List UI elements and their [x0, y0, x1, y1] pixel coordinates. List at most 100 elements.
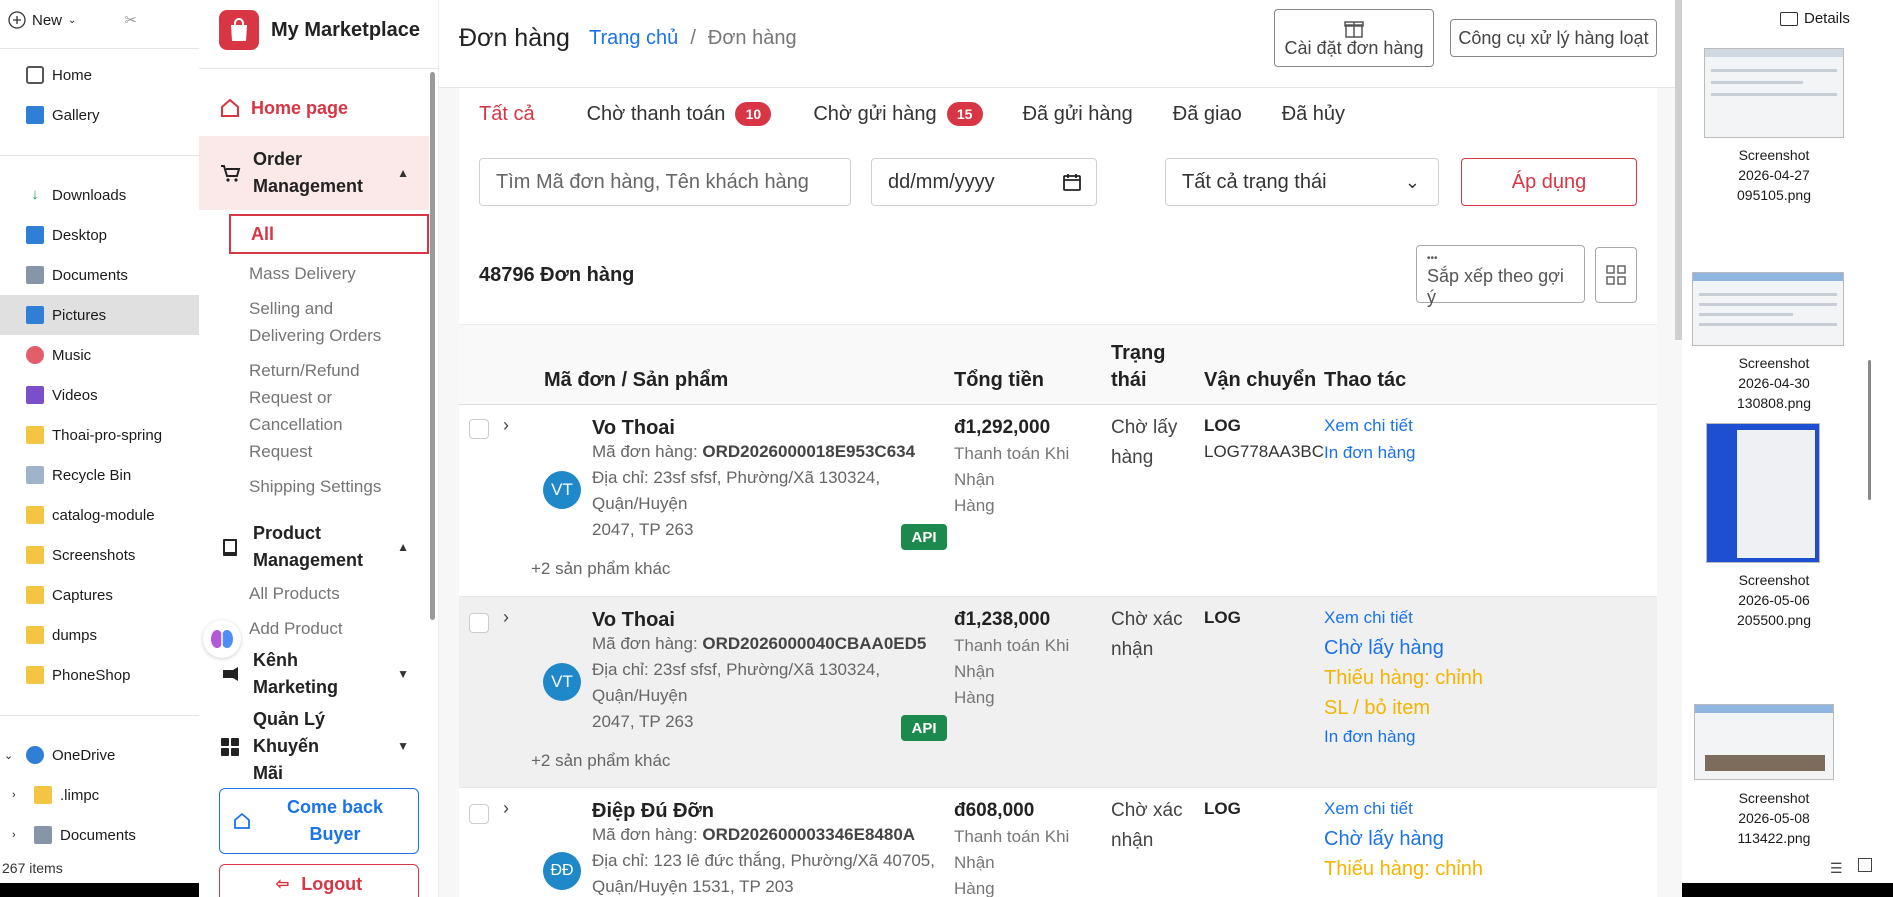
- chevron-right-icon[interactable]: ›: [503, 607, 509, 628]
- nav-folder-catalog[interactable]: catalog-module: [0, 495, 200, 535]
- sort-button[interactable]: ••• Sắp xếp theo gợi ý: [1416, 245, 1585, 307]
- nav-pictures[interactable]: Pictures: [0, 295, 200, 335]
- payment-method: Thanh toán Khi Nhận Hàng: [954, 444, 1070, 515]
- new-label: New: [32, 11, 63, 29]
- more-products[interactable]: +2 sản phẩm khác: [531, 751, 670, 771]
- thumbnail-4[interactable]: [1694, 704, 1834, 780]
- sidebar-group-promotion[interactable]: Quản Lý Khuyến Mãi ▼: [199, 706, 429, 787]
- shortage-adjust-link-2[interactable]: SL / bỏ item: [1324, 693, 1484, 723]
- sidebar-group-marketing[interactable]: Kênh Marketing ▼: [199, 650, 429, 697]
- main-content: Đơn hàng Trang chủ / Đơn hàng Cài đặt đơ…: [439, 0, 1682, 897]
- table-row[interactable]: › VT Vo Thoai Mã đơn hàng: ORD2026000040…: [459, 597, 1657, 788]
- nav-folder-captures[interactable]: Captures: [0, 575, 200, 615]
- print-order-link[interactable]: In đơn hàng: [1324, 439, 1484, 466]
- col-shipping: Vận chuyển: [1204, 369, 1317, 391]
- tab-pending-shipment[interactable]: Chờ gửi hàng 15: [791, 88, 1002, 140]
- nav-folder-phoneshop[interactable]: PhoneShop: [0, 655, 200, 695]
- nav-onedrive-documents[interactable]: › Documents: [0, 815, 200, 855]
- nav-onedrive[interactable]: ⌄ OneDrive: [0, 735, 200, 775]
- sidebar-group-product[interactable]: Product Management ▲: [199, 520, 429, 574]
- thumbnail-1[interactable]: [1704, 48, 1844, 138]
- grid-icon: [221, 737, 239, 756]
- tile-view-icon[interactable]: [1858, 858, 1872, 872]
- nav-videos[interactable]: Videos: [0, 375, 200, 415]
- shortage-adjust-link[interactable]: Thiếu hàng: chỉnh: [1324, 854, 1484, 884]
- order-status: Chờ xác nhận: [1111, 609, 1183, 660]
- sidebar-item-home[interactable]: Home page: [199, 84, 429, 132]
- tab-delivered[interactable]: Đã giao: [1153, 88, 1262, 140]
- order-info: Mã đơn hàng: ORD2026000040CBAA0ED5 Địa c…: [592, 634, 927, 731]
- tab-pending-payment[interactable]: Chờ thanh toán 10: [555, 88, 792, 140]
- sidebar-item-selling[interactable]: Selling and Delivering Orders: [199, 295, 429, 349]
- home-icon: [221, 98, 239, 117]
- nav-folder-dumps[interactable]: dumps: [0, 615, 200, 655]
- api-badge: API: [901, 715, 947, 741]
- cut-icon[interactable]: ✂: [124, 11, 137, 29]
- wait-pickup-link[interactable]: Chờ lấy hàng: [1324, 633, 1484, 663]
- folder-icon: [26, 586, 44, 604]
- payment-method: Thanh toán Khi Nhận Hàng: [954, 636, 1070, 707]
- breadcrumb-home-link[interactable]: Trang chủ: [589, 27, 678, 50]
- list-view-icon[interactable]: ☰: [1830, 860, 1843, 877]
- calendar-icon[interactable]: [1062, 172, 1082, 192]
- view-detail-link[interactable]: Xem chi tiết: [1324, 412, 1484, 439]
- order-settings-button[interactable]: Cài đặt đơn hàng: [1274, 9, 1434, 67]
- thumbnail-2[interactable]: [1692, 272, 1844, 346]
- date-field[interactable]: dd/mm/yyyy: [871, 158, 1097, 206]
- sidebar-scrollbar[interactable]: [430, 72, 435, 620]
- nav-documents[interactable]: Documents: [0, 255, 200, 295]
- details-button[interactable]: Details: [1780, 10, 1850, 27]
- table-row[interactable]: › VT Vo Thoai Mã đơn hàng: ORD2026000018…: [459, 405, 1657, 597]
- thumbnail-3[interactable]: [1706, 423, 1820, 563]
- grid-view-button[interactable]: [1595, 247, 1637, 303]
- order-amount: đ1,292,000: [954, 417, 1051, 438]
- sidebar-item-all-products[interactable]: All Products: [199, 580, 429, 607]
- sidebar-group-order[interactable]: Order Management ▲: [199, 136, 429, 210]
- nav-limpc[interactable]: › .limpc: [0, 775, 200, 815]
- logout-button[interactable]: ⇦ Logout: [219, 864, 419, 897]
- main-scrollbar[interactable]: [1675, 0, 1682, 340]
- row-checkbox[interactable]: [469, 419, 489, 439]
- nav-gallery[interactable]: Gallery: [0, 95, 200, 135]
- nav-desktop[interactable]: Desktop: [0, 215, 200, 255]
- sidebar-item-shipping-settings[interactable]: Shipping Settings: [199, 473, 429, 500]
- print-order-link[interactable]: In đơn hàng: [1324, 723, 1484, 750]
- chevron-right-icon[interactable]: ›: [503, 415, 509, 436]
- sidebar-item-mass-delivery[interactable]: Mass Delivery: [199, 260, 429, 287]
- nav-folder-thoai[interactable]: Thoai-pro-spring: [0, 415, 200, 455]
- downloads-icon: ↓: [31, 186, 39, 203]
- cloud-icon: [26, 746, 44, 764]
- tab-cancelled[interactable]: Đã hủy: [1262, 88, 1365, 140]
- order-count: 48796 Đơn hàng: [479, 264, 635, 286]
- view-detail-link[interactable]: Xem chi tiết: [1324, 604, 1484, 631]
- new-button[interactable]: New ⌄: [8, 11, 76, 29]
- nav-downloads[interactable]: ↓ Downloads: [0, 175, 200, 215]
- sidebar-item-return[interactable]: Return/Refund Request or Cancellation Re…: [199, 357, 429, 465]
- row-checkbox[interactable]: [469, 613, 489, 633]
- explorer-scrollbar[interactable]: [1868, 60, 1874, 840]
- tab-all[interactable]: Tất cả: [459, 88, 555, 140]
- ai-assistant-button[interactable]: [203, 620, 241, 658]
- bulk-tool-button[interactable]: Công cụ xử lý hàng loạt: [1450, 19, 1657, 57]
- view-detail-link[interactable]: Xem chi tiết: [1324, 795, 1484, 822]
- table-row[interactable]: › ĐĐ Điệp Đú Đỡn Mã đơn hàng: ORD2026000…: [459, 788, 1657, 897]
- nav-home[interactable]: Home: [0, 55, 200, 95]
- come-back-buyer-button[interactable]: Come back Buyer: [219, 788, 419, 854]
- search-input[interactable]: Tìm Mã đơn hàng, Tên khách hàng: [479, 158, 851, 206]
- sidebar-item-all[interactable]: All: [229, 214, 429, 254]
- chevron-right-icon: ›: [12, 829, 16, 841]
- wait-pickup-link[interactable]: Chờ lấy hàng: [1324, 824, 1484, 854]
- tab-shipped[interactable]: Đã gửi hàng: [1003, 88, 1153, 140]
- brand[interactable]: My Marketplace: [219, 10, 420, 50]
- row-checkbox[interactable]: [469, 804, 489, 824]
- apply-button[interactable]: Áp dụng: [1461, 158, 1637, 206]
- nav-music[interactable]: Music: [0, 335, 200, 375]
- nav-recycle-bin[interactable]: Recycle Bin: [0, 455, 200, 495]
- more-products[interactable]: +2 sản phẩm khác: [531, 559, 670, 579]
- shortage-adjust-link[interactable]: Thiếu hàng: chỉnh: [1324, 663, 1484, 693]
- nav-folder-screenshots[interactable]: Screenshots: [0, 535, 200, 575]
- chevron-right-icon[interactable]: ›: [503, 798, 509, 819]
- marketplace-app: My Marketplace Home page Order Management…: [199, 0, 1682, 897]
- breadcrumb: Trang chủ / Đơn hàng: [589, 27, 797, 50]
- status-select[interactable]: Tất cả trạng thái ⌄: [1165, 158, 1439, 206]
